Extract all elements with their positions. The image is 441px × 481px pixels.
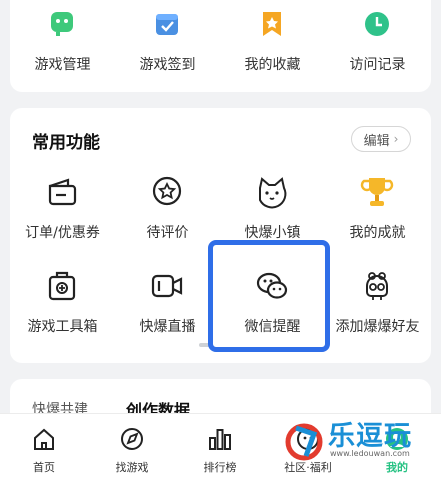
game-manage-button[interactable]: 游戏管理 — [10, 0, 115, 92]
function-label: 快爆小镇 — [244, 225, 301, 241]
game-controller-icon — [51, 12, 73, 36]
bookmark-star-icon — [263, 12, 281, 36]
section-title: 常用功能 — [32, 133, 100, 153]
visit-history-button[interactable]: 访问记录 — [325, 0, 430, 92]
friend-mascot-icon — [366, 272, 388, 300]
quick-access-card: 游戏管理 游戏签到 我的收藏 访问记录 — [10, 0, 431, 92]
quick-label: 访问记录 — [349, 57, 406, 73]
quick-label: 我的收藏 — [244, 57, 301, 73]
calendar-check-icon — [156, 14, 178, 35]
my-favorites-button[interactable]: 我的收藏 — [220, 0, 325, 92]
edit-label: 编辑 — [363, 133, 390, 149]
nav-rankings[interactable]: 排行榜 — [176, 414, 264, 481]
function-label: 待评价 — [146, 225, 189, 241]
function-label: 游戏工具箱 — [27, 319, 98, 335]
trophy-icon — [360, 178, 394, 206]
game-checkin-button[interactable]: 游戏签到 — [115, 0, 220, 92]
game-toolbox-button[interactable]: 游戏工具箱 — [10, 268, 115, 358]
nav-find-games[interactable]: 找游戏 — [88, 414, 176, 481]
video-camera-icon — [151, 274, 183, 298]
quick-label: 游戏管理 — [34, 57, 91, 73]
watermark-logo: 乐逗玩 www.ledouwan.com — [282, 418, 432, 464]
watermark-emblem-icon — [285, 423, 323, 461]
nav-label: 找游戏 — [115, 461, 149, 474]
bar-chart-icon — [209, 429, 231, 450]
nav-label: 首页 — [33, 461, 55, 474]
watermark-url: www.ledouwan.com — [330, 449, 410, 458]
function-label: 添加爆爆好友 — [335, 319, 420, 335]
orders-coupons-button[interactable]: 订单/优惠券 — [10, 174, 115, 264]
cat-face-icon — [259, 177, 287, 209]
pending-review-button[interactable]: 待评价 — [115, 174, 220, 264]
function-label: 订单/优惠券 — [25, 225, 100, 241]
toolbox-icon — [48, 271, 76, 301]
clock-icon — [365, 12, 389, 36]
highlight-box — [208, 240, 330, 352]
star-chat-icon — [152, 176, 182, 206]
function-label: 我的成就 — [349, 225, 406, 241]
edit-button[interactable]: 编辑 › — [351, 126, 411, 152]
nav-home[interactable]: 首页 — [0, 414, 88, 481]
watermark-text: 乐逗玩 — [328, 421, 412, 452]
my-achievements-button[interactable]: 我的成就 — [325, 174, 430, 264]
compass-icon — [121, 428, 143, 450]
add-friend-button[interactable]: 添加爆爆好友 — [325, 268, 430, 358]
chevron-right-icon: › — [393, 132, 399, 146]
home-icon — [34, 428, 54, 450]
wallet-icon — [48, 178, 77, 206]
nav-label: 排行榜 — [203, 461, 237, 474]
quick-label: 游戏签到 — [139, 57, 196, 73]
